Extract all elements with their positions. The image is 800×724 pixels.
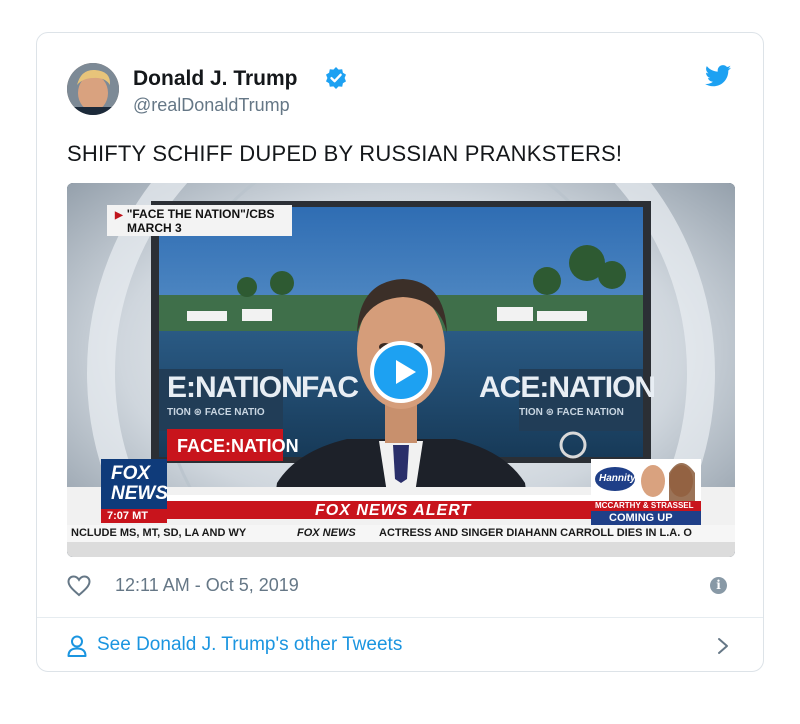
backdrop-text-right: ACE:NATION: [479, 371, 656, 404]
info-icon[interactable]: i: [710, 577, 727, 594]
other-tweets-label[interactable]: See Donald J. Trump's other Tweets: [97, 634, 402, 656]
chevron-right-icon[interactable]: [717, 637, 729, 655]
ticker-right: ACTRESS AND SINGER DIAHANN CARROLL DIES …: [379, 527, 692, 539]
backdrop-subtext-right: TION ⊛ FACE NATION: [519, 407, 624, 418]
author-handle[interactable]: @realDonaldTrump: [133, 95, 290, 116]
broadcast-clock: 7:07 MT: [107, 510, 148, 522]
verified-badge-icon: [326, 67, 346, 89]
show-logo: FACE:NATION: [177, 436, 299, 456]
ticker-brand: FOX NEWS: [297, 527, 356, 539]
heart-icon[interactable]: [67, 575, 91, 597]
promo-show-logo: Hannity: [599, 473, 636, 484]
other-tweets-link[interactable]: See Donald J. Trump's other Tweets: [67, 631, 735, 661]
divider: [37, 617, 763, 618]
source-label: ▶ "FACE THE NATION"/CBS MARCH 3: [107, 205, 292, 236]
twitter-bird-icon[interactable]: [705, 65, 731, 87]
tweet-timestamp[interactable]: 12:11 AM - Oct 5, 2019: [115, 575, 299, 596]
author-name[interactable]: Donald J. Trump: [133, 67, 298, 91]
alert-banner: FOX NEWS ALERT: [315, 502, 472, 519]
source-label-line1: "FACE THE NATION"/CBS: [126, 207, 275, 221]
tweet-meta: 12:11 AM - Oct 5, 2019 i: [67, 573, 735, 601]
promo-guests: MCCARTHY & STRASSEL: [595, 501, 694, 510]
source-label-line2: MARCH 3: [127, 221, 182, 235]
backdrop-text-left: E:NATION: [167, 371, 303, 404]
video-player[interactable]: ▶ "FACE THE NATION"/CBS MARCH 3 E:NATION …: [67, 183, 735, 557]
network-logo-line2: NEWS: [111, 483, 168, 504]
person-icon: [67, 635, 87, 657]
play-button[interactable]: [370, 341, 432, 403]
ticker-left: NCLUDE MS, MT, SD, LA AND WY: [71, 527, 247, 539]
promo-status: COMING UP: [609, 512, 673, 524]
network-logo-line1: FOX: [111, 463, 151, 484]
backdrop-subtext-left: TION ⊛ FACE NATIO: [167, 407, 265, 418]
avatar[interactable]: [67, 63, 119, 115]
backdrop-text-mid: FAC: [301, 371, 359, 404]
tweet-card: Donald J. Trump @realDonaldTrump SHIFTY …: [36, 32, 764, 672]
tweet-text: SHIFTY SCHIFF DUPED BY RUSSIAN PRANKSTER…: [67, 141, 623, 166]
